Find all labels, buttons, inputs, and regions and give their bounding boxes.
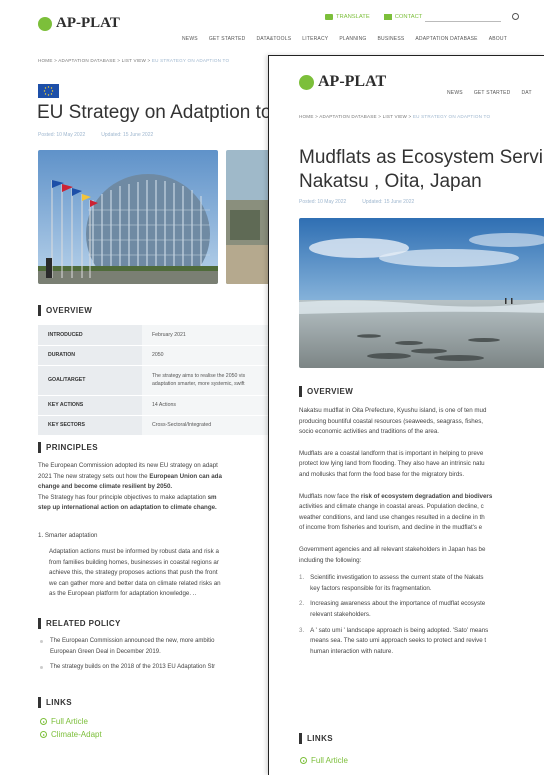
page-title: EU Strategy on Adatption to [37, 102, 272, 123]
related-policy-heading: RELATED POLICY [38, 618, 121, 629]
text-line: The Strategy has four principle objectiv… [38, 493, 217, 501]
search-icon[interactable] [512, 13, 519, 20]
paragraph: Nakatsu mudflat in Oita Prefecture, Kyus… [299, 407, 487, 436]
crumb-list-view[interactable]: LIST VIEW [383, 114, 407, 119]
nav-literacy[interactable]: LITERACY [302, 36, 328, 42]
row-key: GOAL/TARGET [38, 365, 142, 396]
section-bar [38, 697, 41, 708]
main-nav: NEWS GET STARTED DATA&TOOLS LITERACY PLA… [182, 36, 507, 42]
section-bar [38, 305, 41, 316]
post-dates: Posted: 10 May 2022 Updated: 15 June 202… [38, 132, 153, 138]
related-list: The European Commission announced the ne… [40, 636, 270, 673]
paragraph: Mudflats now face the risk of ecosystem … [299, 492, 493, 532]
updated-date: Updated: 15 June 2022 [101, 132, 154, 138]
sub-item-title: 1. Smarter adaptation [38, 532, 98, 539]
nav-get-started[interactable]: GET STARTED [209, 36, 246, 42]
section-bar [38, 618, 41, 629]
crumb-home[interactable]: HOME [38, 58, 53, 63]
top-links: TRANSLATE CONTACT [325, 14, 422, 20]
nav-adaptation-database[interactable]: ADAPTATION DATABASE [415, 36, 477, 42]
links-list: Full Article [300, 756, 348, 765]
text-line: change and become climate resilient by 2… [38, 483, 173, 491]
mudflat-image [299, 218, 544, 368]
section-bar [299, 386, 302, 397]
posted-date: Posted: 10 May 2022 [38, 132, 86, 138]
list-item: The strategy builds on the 2018 of the 2… [40, 662, 270, 673]
eu-flag-icon [38, 84, 59, 98]
crumb-database[interactable]: ADAPTATION DATABASE [319, 114, 377, 119]
eu-parliament-image [38, 150, 218, 284]
translate-link[interactable]: TRANSLATE [325, 14, 370, 20]
link-full-article[interactable]: Full Article [300, 756, 348, 765]
overview-text: Nakatsu mudflat in Oita Prefecture, Kyus… [299, 406, 544, 657]
text-line: 2021 The new strategy sets out how the E… [38, 472, 222, 480]
principles-heading: PRINCIPLES [38, 442, 98, 453]
page-title: Mudflats as Ecosystem Servi Nakatsu , Oi… [299, 147, 543, 192]
row-key: INTRODUCED [38, 325, 142, 346]
list-item: 3. A ' sato umi ' landscape approach is … [299, 626, 489, 655]
site-logo[interactable]: AP-PLAT [38, 15, 120, 32]
breadcrumb: HOME > ADAPTATION DATABASE > LIST VIEW >… [299, 114, 491, 119]
sub-item-text: Adaptation actions must be informed by r… [49, 548, 221, 598]
logo-globe-icon [299, 74, 314, 90]
text-line: The European Commission adopted its new … [38, 462, 218, 469]
links-heading: LINKS [38, 697, 72, 708]
section-bar [38, 442, 41, 453]
mail-icon [383, 14, 392, 20]
breadcrumb: HOME > ADAPTATION DATABASE > LIST VIEW >… [38, 58, 230, 63]
list-item: 1. Scientific investigation to assess th… [299, 574, 484, 592]
row-key: KEY SECTORS [38, 415, 142, 436]
crumb-current: EU STRATEGY ON ADAPTION TO [412, 114, 491, 119]
crumb-current: EU STRATEGY ON ADAPTION TO [151, 58, 230, 63]
arrow-right-icon [40, 731, 47, 738]
updated-date: Updated: 15 June 2022 [362, 199, 415, 205]
flood-image [226, 150, 270, 284]
nav-news[interactable]: NEWS [447, 90, 463, 96]
nav-get-started[interactable]: GET STARTED [474, 90, 511, 96]
logo-text: AP-PLAT [56, 15, 120, 31]
arrow-right-icon [300, 757, 307, 764]
principles-text: The European Commission adopted its new … [38, 461, 270, 514]
translate-icon [325, 14, 333, 20]
crumb-home[interactable]: HOME [299, 114, 314, 119]
posted-date: Posted: 10 May 2022 [299, 199, 347, 205]
nav-business[interactable]: BUSINESS [378, 36, 405, 42]
nav-about[interactable]: ABOUT [489, 36, 507, 42]
paragraph: Mudflats are a coastal landform that is … [299, 449, 485, 478]
arrow-right-icon [40, 718, 47, 725]
crumb-list-view[interactable]: LIST VIEW [122, 58, 146, 63]
nav-data-tools[interactable]: DATA&TOOLS [256, 36, 291, 42]
numbered-list: 1. Scientific investigation to assess th… [299, 573, 544, 657]
links-list: Full Article Climate-Adapt [40, 717, 102, 739]
nav-news[interactable]: NEWS [182, 36, 198, 42]
logo-text: AP-PLAT [318, 73, 387, 90]
contact-link[interactable]: CONTACT [383, 14, 422, 20]
search-input[interactable] [425, 21, 501, 22]
main-nav: NEWS GET STARTED DAT [447, 90, 532, 96]
paragraph: Government agencies and all relevant sta… [299, 545, 486, 564]
text-line: step up international action on adaptati… [38, 504, 217, 512]
links-heading: LINKS [299, 733, 333, 744]
overview-heading: OVERVIEW [38, 305, 92, 316]
link-full-article[interactable]: Full Article [40, 717, 102, 726]
row-key: DURATION [38, 345, 142, 366]
section-bar [299, 733, 302, 744]
overview-heading: OVERVIEW [299, 386, 353, 397]
list-item: The European Commission announced the ne… [40, 636, 270, 657]
nav-data-tools[interactable]: DAT [521, 90, 531, 96]
crumb-database[interactable]: ADAPTATION DATABASE [58, 58, 116, 63]
site-logo[interactable]: AP-PLAT [299, 73, 386, 91]
link-climate-adapt[interactable]: Climate-Adapt [40, 730, 102, 739]
front-page: AP-PLAT NEWS GET STARTED DAT HOME > ADAP… [268, 55, 544, 775]
list-item: 2. Increasing awareness about the import… [299, 600, 486, 618]
logo-globe-icon [38, 16, 52, 31]
post-dates: Posted: 10 May 2022 Updated: 15 June 202… [299, 199, 414, 205]
row-key: KEY ACTIONS [38, 395, 142, 416]
nav-planning[interactable]: PLANNING [339, 36, 366, 42]
